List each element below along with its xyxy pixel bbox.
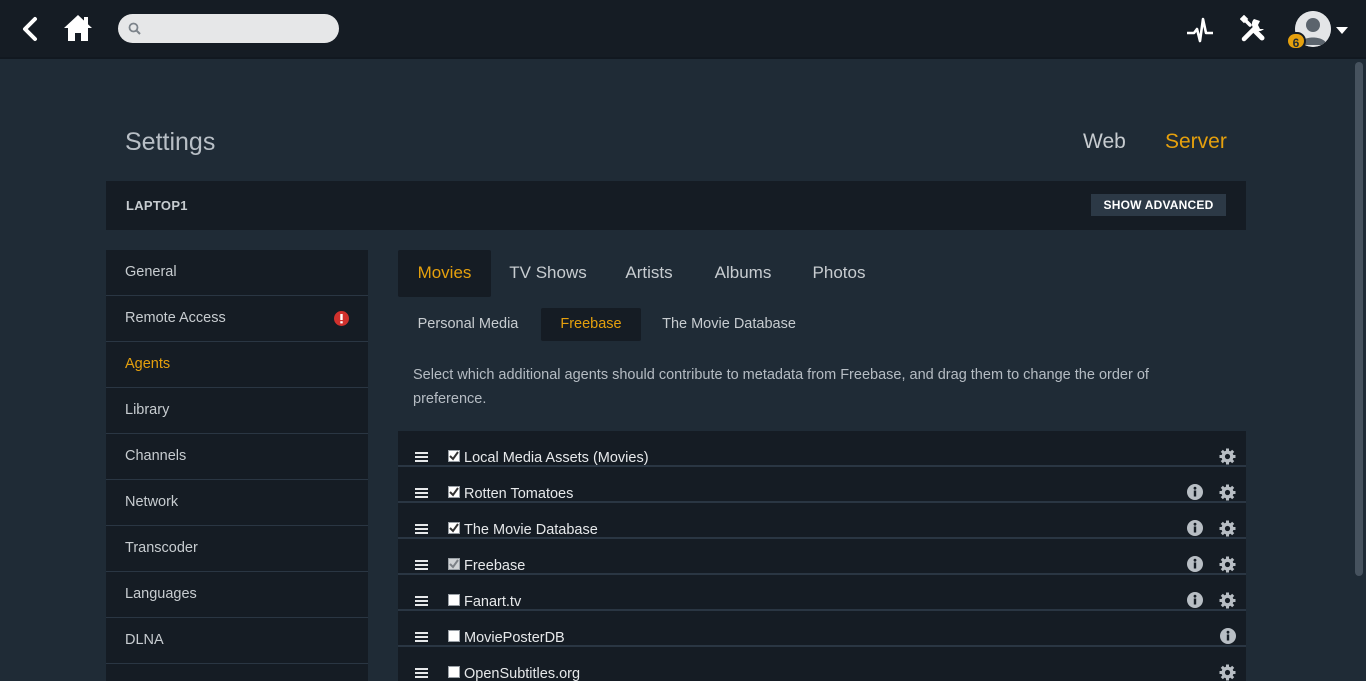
sidebar-item-label: Transcoder [125, 540, 198, 556]
info-icon[interactable] [1187, 484, 1203, 500]
sidebar-item-label: Library [125, 402, 170, 418]
agent-label: Freebase [464, 558, 526, 574]
tab-server[interactable]: Server [1165, 130, 1227, 154]
drag-handle-icon[interactable] [415, 632, 428, 642]
server-bar: LAPTOP1 SHOW ADVANCED [106, 181, 1246, 230]
agent-label: Local Media Assets (Movies) [464, 450, 649, 466]
sidebar-item-languages[interactable]: Languages [106, 572, 368, 618]
home-icon[interactable] [62, 13, 94, 43]
gear-icon[interactable] [1219, 520, 1236, 537]
agent-checkbox[interactable] [448, 594, 460, 606]
page-title: Settings [125, 128, 216, 156]
sidebar-item-label: General [125, 264, 177, 280]
agents-list: Local Media Assets (Movies) Rotten Tomat… [398, 431, 1246, 681]
gear-icon[interactable] [1219, 484, 1236, 501]
sidebar-item-remote-access[interactable]: Remote Access [106, 296, 368, 342]
tab-freebase[interactable]: Freebase [541, 308, 641, 341]
sidebar-item-dlna[interactable]: DLNA [106, 618, 368, 664]
tab-photos[interactable]: Photos [802, 250, 876, 297]
agent-label: Rotten Tomatoes [464, 486, 574, 502]
agent-checkbox[interactable] [448, 522, 460, 534]
sidebar-item-label: Agents [125, 356, 171, 372]
top-bar: 6 [0, 0, 1366, 59]
drag-handle-icon[interactable] [415, 488, 428, 498]
agent-checkbox[interactable] [448, 630, 460, 642]
tab-the-movie-database[interactable]: The Movie Database [654, 308, 804, 341]
agent-label: OpenSubtitles.org [464, 666, 581, 681]
agent-row-fanart-tv[interactable]: Fanart.tv [398, 575, 1246, 611]
tools-icon[interactable] [1240, 15, 1268, 43]
activity-icon[interactable] [1186, 17, 1214, 43]
gear-icon[interactable] [1219, 556, 1236, 573]
sidebar-item-label: Remote Access [125, 310, 226, 326]
drag-handle-icon[interactable] [415, 524, 428, 534]
agent-label: The Movie Database [464, 522, 598, 538]
tab-artists[interactable]: Artists [614, 250, 684, 297]
settings-sidebar: General Remote Access Agents Library Cha… [106, 250, 368, 681]
back-arrow-icon[interactable] [18, 16, 42, 42]
agent-row-opensubtitles[interactable]: OpenSubtitles.org [398, 647, 1246, 681]
agent-checkbox [448, 558, 460, 570]
sidebar-item-general[interactable]: General [106, 250, 368, 296]
alert-icon [334, 311, 349, 326]
sidebar-item-transcoder[interactable]: Transcoder [106, 526, 368, 572]
agent-checkbox[interactable] [448, 486, 460, 498]
tab-albums[interactable]: Albums [704, 250, 782, 297]
gear-icon[interactable] [1219, 592, 1236, 609]
sidebar-item-library[interactable]: Library [106, 388, 368, 434]
tab-personal-media[interactable]: Personal Media [408, 308, 528, 341]
sidebar-item-agents[interactable]: Agents [106, 342, 368, 388]
tab-web[interactable]: Web [1083, 130, 1126, 154]
drag-handle-icon[interactable] [415, 560, 428, 570]
gear-icon[interactable] [1219, 448, 1236, 465]
agent-row-movieposterdb[interactable]: MoviePosterDB [398, 611, 1246, 647]
checkmark-icon [449, 559, 459, 569]
agents-description: Select which additional agents should co… [413, 367, 1149, 407]
info-icon[interactable] [1220, 628, 1236, 644]
sidebar-item-network[interactable]: Network [106, 480, 368, 526]
agent-row-local-media-assets[interactable]: Local Media Assets (Movies) [398, 431, 1246, 467]
info-icon[interactable] [1187, 556, 1203, 572]
info-icon[interactable] [1187, 592, 1203, 608]
caret-down-icon[interactable] [1335, 25, 1349, 35]
server-name: LAPTOP1 [126, 198, 188, 213]
gear-icon[interactable] [1219, 664, 1236, 681]
sidebar-item-label: Network [125, 494, 179, 510]
agent-checkbox[interactable] [448, 450, 460, 462]
drag-handle-icon[interactable] [415, 596, 428, 606]
agent-row-rotten-tomatoes[interactable]: Rotten Tomatoes [398, 467, 1246, 503]
scrollbar-thumb[interactable] [1355, 62, 1363, 576]
sidebar-item-channels[interactable]: Channels [106, 434, 368, 480]
agent-label: MoviePosterDB [464, 630, 565, 646]
checkmark-icon [449, 451, 459, 461]
sidebar-item-partial[interactable] [106, 664, 368, 681]
show-advanced-button[interactable]: SHOW ADVANCED [1091, 194, 1226, 216]
tab-movies[interactable]: Movies [398, 250, 491, 297]
agent-checkbox[interactable] [448, 666, 460, 678]
checkmark-icon [449, 487, 459, 497]
notification-badge[interactable]: 6 [1286, 32, 1306, 50]
agent-label: Fanart.tv [464, 594, 522, 610]
search-input[interactable] [118, 14, 339, 43]
checkmark-icon [449, 523, 459, 533]
agent-row-the-movie-database[interactable]: The Movie Database [398, 503, 1246, 539]
agent-row-freebase[interactable]: Freebase [398, 539, 1246, 575]
sidebar-item-label: Languages [125, 586, 197, 602]
info-icon[interactable] [1187, 520, 1203, 536]
tab-tv-shows[interactable]: TV Shows [503, 250, 593, 297]
sidebar-item-label: Channels [125, 448, 187, 464]
sidebar-item-label: DLNA [125, 632, 164, 648]
drag-handle-icon[interactable] [415, 668, 428, 678]
drag-handle-icon[interactable] [415, 452, 428, 462]
